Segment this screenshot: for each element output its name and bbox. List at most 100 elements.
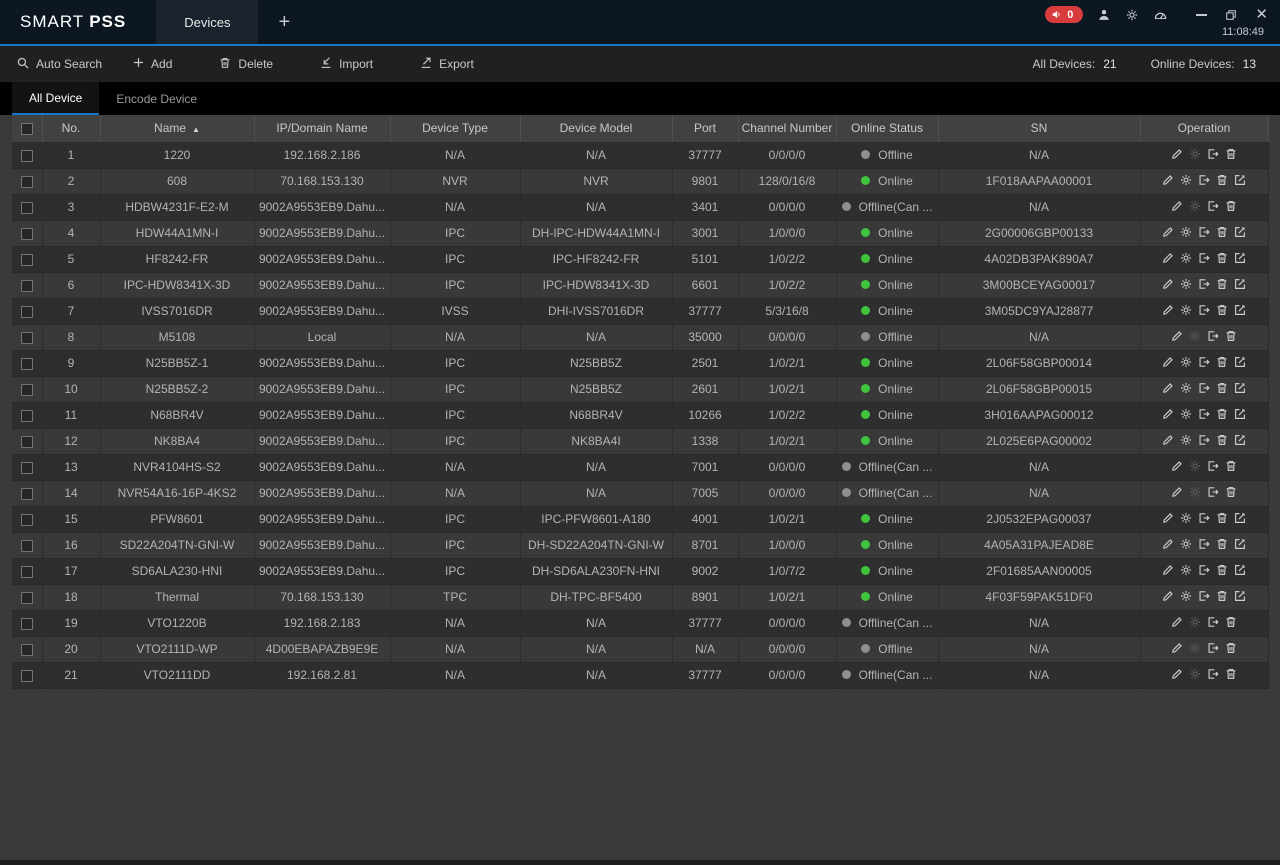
- row-checkbox[interactable]: [21, 618, 33, 630]
- row-checkbox[interactable]: [21, 332, 33, 344]
- row-checkbox-cell[interactable]: [12, 558, 42, 584]
- header-operation[interactable]: Operation: [1140, 115, 1268, 142]
- header-online-status[interactable]: Online Status: [836, 115, 938, 142]
- delete-icon[interactable]: [1215, 303, 1229, 317]
- delete-icon[interactable]: [1224, 199, 1238, 213]
- row-checkbox-cell[interactable]: [12, 246, 42, 272]
- user-icon[interactable]: [1097, 8, 1111, 22]
- minimize-icon[interactable]: [1196, 14, 1207, 16]
- config-icon[interactable]: [1179, 381, 1193, 395]
- logout-icon[interactable]: [1197, 225, 1211, 239]
- header-checkbox-cell[interactable]: [12, 115, 42, 142]
- edit-icon[interactable]: [1161, 563, 1175, 577]
- config-disabled-icon[interactable]: [1188, 459, 1202, 473]
- modify-icon[interactable]: [1233, 381, 1247, 395]
- row-checkbox[interactable]: [21, 540, 33, 552]
- tab-encode-device[interactable]: Encode Device: [99, 82, 214, 115]
- logout-icon[interactable]: [1197, 381, 1211, 395]
- modify-icon[interactable]: [1233, 303, 1247, 317]
- row-checkbox-cell[interactable]: [12, 636, 42, 662]
- logout-icon[interactable]: [1197, 407, 1211, 421]
- config-disabled-icon[interactable]: [1188, 147, 1202, 161]
- row-checkbox[interactable]: [21, 410, 33, 422]
- delete-icon[interactable]: [1215, 381, 1229, 395]
- logout-icon[interactable]: [1197, 303, 1211, 317]
- delete-icon[interactable]: [1224, 667, 1238, 681]
- row-checkbox[interactable]: [21, 670, 33, 682]
- config-icon[interactable]: [1179, 303, 1193, 317]
- tab-devices[interactable]: Devices: [156, 0, 258, 44]
- row-checkbox-cell[interactable]: [12, 142, 42, 168]
- header-device-type[interactable]: Device Type: [390, 115, 520, 142]
- row-checkbox-cell[interactable]: [12, 506, 42, 532]
- logout-icon[interactable]: [1197, 277, 1211, 291]
- edit-icon[interactable]: [1161, 277, 1175, 291]
- logout-icon[interactable]: [1206, 459, 1220, 473]
- modify-icon[interactable]: [1233, 511, 1247, 525]
- delete-icon[interactable]: [1215, 277, 1229, 291]
- config-disabled-icon[interactable]: [1188, 615, 1202, 629]
- row-checkbox[interactable]: [21, 358, 33, 370]
- modify-icon[interactable]: [1233, 355, 1247, 369]
- row-checkbox[interactable]: [21, 436, 33, 448]
- dashboard-icon[interactable]: [1153, 7, 1168, 22]
- edit-icon[interactable]: [1170, 641, 1184, 655]
- edit-icon[interactable]: [1170, 615, 1184, 629]
- header-ip[interactable]: IP/Domain Name: [254, 115, 390, 142]
- logout-icon[interactable]: [1206, 485, 1220, 499]
- row-checkbox[interactable]: [21, 566, 33, 578]
- config-icon[interactable]: [1179, 511, 1193, 525]
- header-name[interactable]: Name▲: [100, 115, 254, 142]
- edit-icon[interactable]: [1161, 537, 1175, 551]
- edit-icon[interactable]: [1170, 667, 1184, 681]
- config-icon[interactable]: [1179, 589, 1193, 603]
- edit-icon[interactable]: [1161, 303, 1175, 317]
- settings-icon[interactable]: [1125, 8, 1139, 22]
- edit-icon[interactable]: [1161, 407, 1175, 421]
- restore-icon[interactable]: [1225, 9, 1237, 21]
- row-checkbox-cell[interactable]: [12, 584, 42, 610]
- delete-icon[interactable]: [1215, 355, 1229, 369]
- close-icon[interactable]: ✕: [1255, 7, 1268, 22]
- header-port[interactable]: Port: [672, 115, 738, 142]
- modify-icon[interactable]: [1233, 225, 1247, 239]
- edit-icon[interactable]: [1161, 511, 1175, 525]
- row-checkbox-cell[interactable]: [12, 350, 42, 376]
- row-checkbox[interactable]: [21, 228, 33, 240]
- edit-icon[interactable]: [1161, 589, 1175, 603]
- tab-all-device[interactable]: All Device: [12, 82, 99, 115]
- logout-icon[interactable]: [1206, 667, 1220, 681]
- config-icon[interactable]: [1179, 225, 1193, 239]
- add-button[interactable]: Add: [132, 56, 172, 72]
- delete-icon[interactable]: [1224, 329, 1238, 343]
- row-checkbox[interactable]: [21, 254, 33, 266]
- row-checkbox-cell[interactable]: [12, 376, 42, 402]
- row-checkbox-cell[interactable]: [12, 324, 42, 350]
- logout-icon[interactable]: [1206, 329, 1220, 343]
- config-disabled-icon[interactable]: [1188, 485, 1202, 499]
- row-checkbox[interactable]: [21, 176, 33, 188]
- edit-icon[interactable]: [1161, 381, 1175, 395]
- logout-icon[interactable]: [1206, 641, 1220, 655]
- header-no[interactable]: No.: [42, 115, 100, 142]
- config-icon[interactable]: [1179, 407, 1193, 421]
- delete-icon[interactable]: [1224, 459, 1238, 473]
- row-checkbox[interactable]: [21, 514, 33, 526]
- config-icon[interactable]: [1179, 563, 1193, 577]
- row-checkbox-cell[interactable]: [12, 402, 42, 428]
- row-checkbox-cell[interactable]: [12, 428, 42, 454]
- logout-icon[interactable]: [1197, 511, 1211, 525]
- delete-icon[interactable]: [1215, 251, 1229, 265]
- delete-icon[interactable]: [1215, 173, 1229, 187]
- edit-icon[interactable]: [1161, 173, 1175, 187]
- new-tab-button[interactable]: +: [258, 0, 310, 44]
- row-checkbox-cell[interactable]: [12, 220, 42, 246]
- export-button[interactable]: Export: [419, 56, 474, 73]
- modify-icon[interactable]: [1233, 407, 1247, 421]
- modify-icon[interactable]: [1233, 251, 1247, 265]
- config-icon[interactable]: [1179, 173, 1193, 187]
- delete-icon[interactable]: [1215, 407, 1229, 421]
- row-checkbox-cell[interactable]: [12, 480, 42, 506]
- logout-icon[interactable]: [1206, 615, 1220, 629]
- logout-icon[interactable]: [1197, 563, 1211, 577]
